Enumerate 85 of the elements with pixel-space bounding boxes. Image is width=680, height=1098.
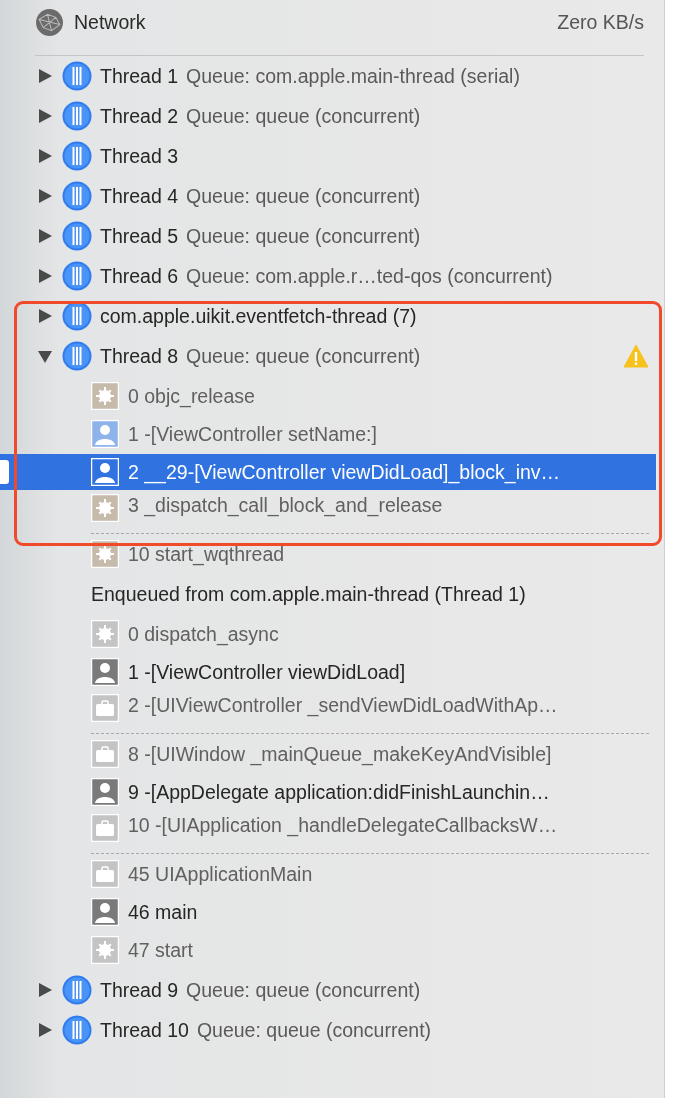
person-icon: [91, 658, 119, 686]
queue-label: Queue: queue (concurrent): [196, 1018, 432, 1042]
stack-frame-row[interactable]: 3 _dispatch_call_block_and_release: [0, 492, 656, 534]
frame-label: 1 -[ViewController setName:]: [128, 422, 377, 446]
frame-label: 0 objc_release: [128, 384, 255, 408]
enqueued-label: Enqueued from com.apple.main-thread (Thread 1): [91, 582, 526, 606]
frame-label: 10 -[UIApplication _handleDelegateCallbacksW…: [128, 814, 558, 837]
disclosure-triangle-icon[interactable]: [38, 148, 52, 164]
thread-icon: [62, 181, 92, 211]
briefcase-icon: [91, 860, 119, 888]
disclosure-triangle-icon[interactable]: [38, 308, 52, 324]
globe-icon: [35, 7, 64, 37]
disclosure-triangle-icon[interactable]: [38, 68, 52, 84]
queue-label: Queue: queue (concurrent): [186, 104, 421, 128]
queue-label: Queue: queue (concurrent): [186, 344, 421, 368]
gear-icon: [91, 936, 119, 964]
thread-name[interactable]: Thread 1: [100, 64, 179, 88]
stack-frame-row[interactable]: 45 UIApplicationMain: [0, 856, 656, 892]
disclosure-triangle-icon[interactable]: [38, 108, 52, 124]
frame-label: 8 -[UIWindow _mainQueue_makeKeyAndVisible]: [128, 742, 552, 766]
thread-name[interactable]: Thread 2: [100, 104, 179, 128]
disclosure-triangle-icon[interactable]: [38, 228, 52, 244]
frame-label: 3 _dispatch_call_block_and_release: [128, 494, 443, 517]
frame-label: 2 -[UIViewController _sendViewDidLoadWithAp…: [128, 694, 558, 717]
stack-frame-row[interactable]: 0 dispatch_async: [0, 616, 656, 652]
thread-icon: [62, 221, 92, 251]
thread-name[interactable]: Thread 4: [100, 184, 179, 208]
person-icon: [91, 420, 119, 448]
disclosure-triangle-icon[interactable]: [38, 982, 52, 998]
thread-icon: [62, 261, 92, 291]
stack-frame-row[interactable]: 47 start: [0, 932, 656, 968]
disclosure-triangle-icon[interactable]: [38, 268, 52, 284]
disclosure-triangle-icon[interactable]: [38, 1022, 52, 1038]
person-icon: [91, 778, 119, 806]
gear-icon: [91, 620, 119, 648]
stack-frame-row[interactable]: 1 -[ViewController setName:]: [0, 416, 656, 452]
stack-frame-row[interactable]: 0 objc_release: [0, 378, 656, 414]
queue-label: Queue: queue (concurrent): [186, 978, 421, 1002]
selection-marker: [0, 460, 9, 484]
thread-icon: [62, 301, 92, 331]
frame-label: 47 start: [128, 938, 194, 962]
queue-label: Queue: queue (concurrent): [186, 224, 421, 248]
thread-icon: [62, 61, 92, 91]
frame-label: 9 -[AppDelegate application:didFinishLaunchin…: [128, 780, 550, 804]
stack-frame-row[interactable]: 10 -[UIApplication _handleDelegateCallbacksW…: [0, 812, 656, 854]
thread-name[interactable]: Thread 8: [100, 344, 179, 368]
gear-icon: [91, 494, 119, 522]
thread-icon: [62, 101, 92, 131]
person-icon: [91, 458, 119, 486]
thread-name[interactable]: Thread 9: [100, 978, 179, 1002]
thread-name[interactable]: Thread 10: [100, 1018, 189, 1042]
frame-label: 10 start_wqthread: [128, 542, 285, 566]
briefcase-icon: [91, 740, 119, 768]
frame-label: 46 main: [128, 900, 198, 924]
stack-frame-row[interactable]: 2 __29-[ViewController viewDidLoad]_block_inv…: [0, 454, 656, 490]
frame-label: 45 UIApplicationMain: [128, 862, 313, 886]
thread-name[interactable]: com.apple.uikit.eventfetch-thread (7): [100, 304, 417, 328]
gear-icon: [91, 540, 119, 568]
frame-label: 1 -[ViewController viewDidLoad]: [128, 660, 406, 684]
thread-icon: [62, 341, 92, 371]
queue-label: Queue: com.apple.main-thread (serial): [186, 64, 520, 88]
gear-icon: [91, 382, 119, 410]
thread-icon: [62, 975, 92, 1005]
stack-frame-row[interactable]: 10 start_wqthread: [0, 536, 656, 572]
stack-frame-row[interactable]: 46 main: [0, 894, 656, 930]
briefcase-icon: [91, 814, 119, 842]
network-rate: Zero KB/s: [557, 10, 644, 34]
stack-frame-row[interactable]: 2 -[UIViewController _sendViewDidLoadWithAp…: [0, 692, 656, 734]
thread-icon: [62, 1015, 92, 1045]
thread-icon: [62, 141, 92, 171]
queue-label: Queue: queue (concurrent): [186, 184, 421, 208]
person-icon: [91, 898, 119, 926]
thread-name[interactable]: Thread 5: [100, 224, 179, 248]
disclosure-triangle-icon[interactable]: [38, 188, 52, 204]
frame-label: 2 __29-[ViewController viewDidLoad]_block_inv…: [128, 460, 561, 484]
network-title: Network: [74, 10, 146, 34]
stack-frame-row[interactable]: 9 -[AppDelegate application:didFinishLaunchin…: [0, 774, 656, 810]
stack-frame-row[interactable]: 1 -[ViewController viewDidLoad]: [0, 654, 656, 690]
disclosure-triangle-icon[interactable]: [38, 348, 52, 364]
queue-label: Queue: com.apple.r…ted-qos (concurrent): [186, 264, 553, 288]
stack-frame-row[interactable]: 8 -[UIWindow _mainQueue_makeKeyAndVisible]: [0, 736, 656, 772]
briefcase-icon: [91, 694, 119, 722]
frame-label: 0 dispatch_async: [128, 622, 279, 646]
thread-name[interactable]: Thread 3: [100, 144, 179, 168]
thread-name[interactable]: Thread 6: [100, 264, 179, 288]
